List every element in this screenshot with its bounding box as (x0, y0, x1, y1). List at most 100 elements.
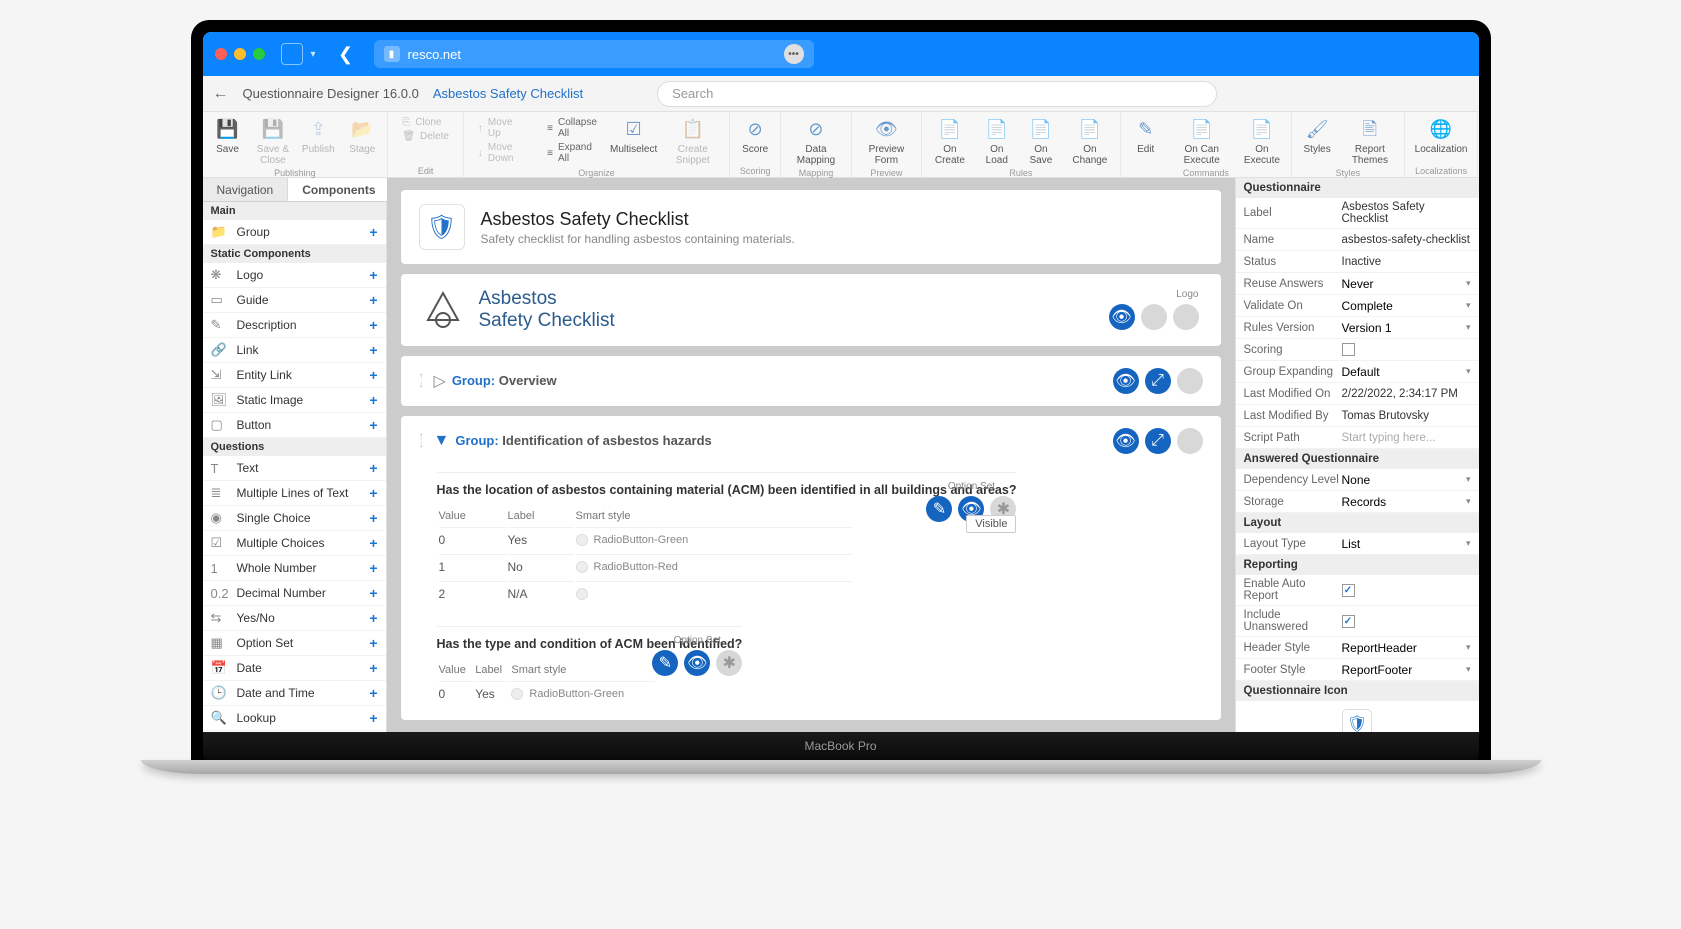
prop-name-value[interactable]: asbestos-safety-checklist (1342, 234, 1471, 246)
prop-label-value[interactable]: Asbestos Safety Checklist (1342, 201, 1471, 225)
question-1[interactable]: Has the location of asbestos containing … (437, 472, 1017, 608)
add-component-button[interactable]: + (369, 292, 377, 308)
palette-item[interactable]: ▢Button+ (203, 413, 386, 438)
add-component-button[interactable]: + (369, 585, 377, 601)
visibility-toggle[interactable]: 👁 (1113, 368, 1139, 394)
option-row[interactable]: 0YesRadioButton-Green (439, 527, 853, 552)
move-up-button[interactable]: ↑Move Up (472, 116, 531, 140)
palette-item[interactable]: 🔗Link+ (203, 338, 386, 363)
visibility-toggle[interactable]: 👁 (684, 650, 710, 676)
expand-toggle[interactable]: ⤢ (1145, 368, 1171, 394)
prop-incun-checkbox[interactable] (1342, 615, 1355, 628)
palette-item[interactable]: 📁Group+ (203, 220, 386, 245)
palette-item[interactable]: ≣Multiple Lines of Text+ (203, 481, 386, 506)
collapse-icon[interactable]: ▼ (434, 432, 450, 450)
tab-components[interactable]: Components (288, 178, 390, 201)
action-dot-3[interactable] (1177, 428, 1203, 454)
action-dot-3[interactable] (1173, 304, 1199, 330)
palette-item[interactable]: TText+ (203, 456, 386, 481)
add-component-button[interactable]: + (369, 342, 377, 358)
prop-header-select[interactable]: ReportHeader▾ (1342, 641, 1471, 655)
prop-dep-select[interactable]: None▾ (1342, 473, 1471, 487)
palette-item[interactable]: 📅Date+ (203, 656, 386, 681)
score-button[interactable]: ⊘Score (734, 114, 776, 157)
on-load-button[interactable]: 📄On Load (976, 114, 1018, 168)
option-row[interactable]: 0YesRadioButton-Green (439, 681, 655, 706)
logo-card[interactable]: Asbestos Safety Checklist Logo 👁 (401, 274, 1221, 346)
action-dot-2[interactable] (1141, 304, 1167, 330)
expand-icon[interactable]: ▷ (434, 371, 446, 391)
palette-item[interactable]: 1Whole Number+ (203, 556, 386, 581)
move-down-button[interactable]: ↓Move Down (472, 141, 531, 165)
stage-button[interactable]: 📂Stage (341, 114, 383, 157)
drag-handle-icon[interactable]: ↑↓ (419, 433, 424, 449)
publish-button[interactable]: ⇪Publish (297, 114, 339, 157)
edit-question-button[interactable]: ✎ (926, 496, 952, 522)
add-component-button[interactable]: + (369, 560, 377, 576)
delete-button[interactable]: 🗑Delete (396, 130, 455, 143)
preview-form-button[interactable]: 👁Preview Form (856, 114, 917, 168)
add-component-button[interactable]: + (369, 317, 377, 333)
on-execute-button[interactable]: 📄On Execute (1237, 114, 1287, 168)
localization-button[interactable]: 🌐Localization (1409, 114, 1474, 157)
palette-item[interactable]: ⇲Entity Link+ (203, 363, 386, 388)
add-component-button[interactable]: + (369, 635, 377, 651)
breadcrumb-back-button[interactable]: ← (213, 85, 229, 103)
add-component-button[interactable]: + (369, 610, 377, 626)
add-component-button[interactable]: + (369, 485, 377, 501)
group-overview[interactable]: ↑↓ ▷ Group: Overview 👁 ⤢ (401, 356, 1221, 406)
search-input[interactable]: Search (657, 81, 1217, 107)
maximize-window-button[interactable] (253, 48, 265, 60)
prop-groupexp-select[interactable]: Default▾ (1342, 365, 1471, 379)
prop-footer-select[interactable]: ReportFooter▾ (1342, 663, 1471, 677)
add-component-button[interactable]: + (369, 710, 377, 726)
visibility-toggle[interactable]: 👁 (1113, 428, 1139, 454)
chevron-down-icon[interactable]: ▾ (311, 49, 316, 60)
prop-validate-select[interactable]: Complete▾ (1342, 299, 1471, 313)
required-toggle[interactable]: ✱ (716, 650, 742, 676)
prop-reuse-select[interactable]: Never▾ (1342, 277, 1471, 291)
data-mapping-button[interactable]: ⊘Data Mapping (785, 114, 847, 168)
palette-item[interactable]: ▭Guide+ (203, 288, 386, 313)
on-change-button[interactable]: 📄On Change (1064, 114, 1116, 168)
palette-item[interactable]: 🔍Lookup+ (203, 706, 386, 731)
drag-handle-icon[interactable]: ↑↓ (419, 373, 424, 389)
close-window-button[interactable] (215, 48, 227, 60)
collapse-all-button[interactable]: ≡Collapse All (541, 116, 603, 140)
add-component-button[interactable]: + (369, 392, 377, 408)
page-menu-icon[interactable]: ••• (784, 44, 804, 64)
add-component-button[interactable]: + (369, 267, 377, 283)
tab-navigation[interactable]: Navigation (203, 178, 289, 201)
questionnaire-header-card[interactable]: 🛡 Asbestos Safety Checklist Safety check… (401, 190, 1221, 264)
edit-question-button[interactable]: ✎ (652, 650, 678, 676)
palette-item[interactable]: ✎Description+ (203, 313, 386, 338)
palette-item[interactable]: ⇆Yes/No+ (203, 606, 386, 631)
prop-script-value[interactable]: Start typing here... (1342, 432, 1471, 444)
add-component-button[interactable]: + (369, 660, 377, 676)
edit-commands-button[interactable]: ✎Edit (1125, 114, 1167, 157)
create-snippet-button[interactable]: 📋Create Snippet (660, 114, 725, 168)
option-row[interactable]: 1NoRadioButton-Red (439, 554, 853, 579)
palette-item[interactable]: ▦Option Set+ (203, 631, 386, 656)
add-component-button[interactable]: + (369, 367, 377, 383)
prop-storage-select[interactable]: Records▾ (1342, 495, 1471, 509)
clone-button[interactable]: ⎘Clone (396, 116, 455, 129)
prop-layout-select[interactable]: List▾ (1342, 537, 1471, 551)
action-dot-3[interactable] (1177, 368, 1203, 394)
on-save-button[interactable]: 📄On Save (1020, 114, 1062, 168)
option-row[interactable]: 2N/A (439, 581, 853, 606)
expand-toggle[interactable]: ⤢ (1145, 428, 1171, 454)
save-close-button[interactable]: 💾Save & Close (251, 114, 296, 168)
prop-autorep-checkbox[interactable] (1342, 584, 1355, 597)
browser-back-button[interactable]: ❮ (334, 42, 358, 66)
visibility-toggle[interactable]: 👁 (1109, 304, 1135, 330)
palette-item[interactable]: ❋Logo+ (203, 263, 386, 288)
sidebar-toggle-icon[interactable] (281, 43, 303, 65)
add-component-button[interactable]: + (369, 685, 377, 701)
multiselect-button[interactable]: ☑Multiselect (609, 114, 658, 157)
palette-item[interactable]: 0.2Decimal Number+ (203, 581, 386, 606)
add-component-button[interactable]: + (369, 510, 377, 526)
questionnaire-icon-preview[interactable]: 🛡 (1342, 709, 1372, 732)
group-identification[interactable]: ↑↓ ▼ Group: Identification of asbestos h… (401, 416, 1221, 720)
url-bar[interactable]: ▮ resco.net ••• (374, 40, 814, 68)
